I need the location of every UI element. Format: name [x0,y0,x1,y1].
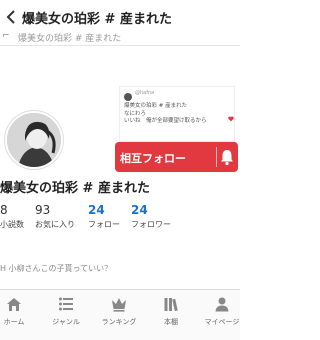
stat-novels-count: 8 [0,203,8,217]
tab-home[interactable]: ホーム [0,296,38,327]
header-divider [0,45,240,46]
stat-novels[interactable]: 8 小説数 [0,203,24,230]
card-avatar [124,93,132,101]
tab-bookshelf[interactable]: 本棚 [147,296,195,327]
tab-genre[interactable]: ジャンル [42,296,90,327]
notification-bell-icon[interactable] [219,148,235,166]
tab-bookshelf-label: 本棚 [164,318,178,326]
page-title: 爆美女の珀彩 # 産まれた [22,12,172,27]
stat-followers-label: フォロワー [131,220,171,229]
stat-followers[interactable]: 24 フォロワー [131,203,171,230]
tab-ranking-label: ランキング [101,318,137,326]
profile-name: 爆美女の珀彩 # 産まれた [0,181,150,196]
ranking-crown-icon [112,298,126,312]
stat-following-count: 24 [88,203,105,217]
card-line-3: いいね 俺が全部要望け取るから [124,118,207,124]
tab-ranking[interactable]: ランキング [95,296,143,327]
profile-bio: H 小柳さんこの子貰っていい？ [0,264,113,273]
follow-button-label: 相互フォロー [120,152,186,165]
heart-icon [228,116,234,122]
tab-mypage-label: マイページ [204,318,240,326]
mypage-person-icon [215,297,229,312]
bookshelf-icon [164,298,178,312]
subbar-icon: ⌐ [2,31,10,41]
stat-favorites-count: 93 [35,203,51,217]
back-chevron-icon[interactable] [4,8,18,26]
tab-home-label: ホーム [3,318,25,326]
tab-mypage[interactable]: マイページ [198,296,246,327]
stat-favorites-label: お気に入り [35,220,75,229]
genre-list-icon [59,297,73,311]
tab-genre-label: ジャンル [52,318,80,326]
stat-following-label: フォロー [88,220,120,229]
card-line-1: 爆美女の珀彩 # 産まれた [124,103,188,109]
stat-novels-label: 小説数 [0,220,24,229]
avatar-illustration-icon [7,113,61,167]
stat-favorites[interactable]: 93 お気に入り [35,203,75,230]
bottom-tab-bar: ホーム ジャンル ランキング 本棚 マイページ [0,289,240,340]
top-bar: 爆美女の珀彩 # 産まれた [0,0,240,34]
subbar-title: 爆美女の珀彩 # 産まれた [18,34,122,44]
card-handle: @hafna [135,90,155,96]
header-image-card: @hafna 爆美女の珀彩 # 産まれた なにわろ いいね 俺が全部要望け取るか… [119,86,235,142]
mutual-follow-button[interactable]: 相互フォロー [115,142,238,172]
profile-stats: 8 小説数 93 お気に入り 24 フォロー 24 フォロワー [0,203,240,235]
stat-followers-count: 24 [131,203,148,217]
home-icon [7,298,21,311]
profile-avatar[interactable] [5,111,63,169]
stat-following[interactable]: 24 フォロー [88,203,120,230]
collapsed-header-strip: ⌐ 爆美女の珀彩 # 産まれた [0,30,240,46]
follow-button-separator [216,147,217,167]
